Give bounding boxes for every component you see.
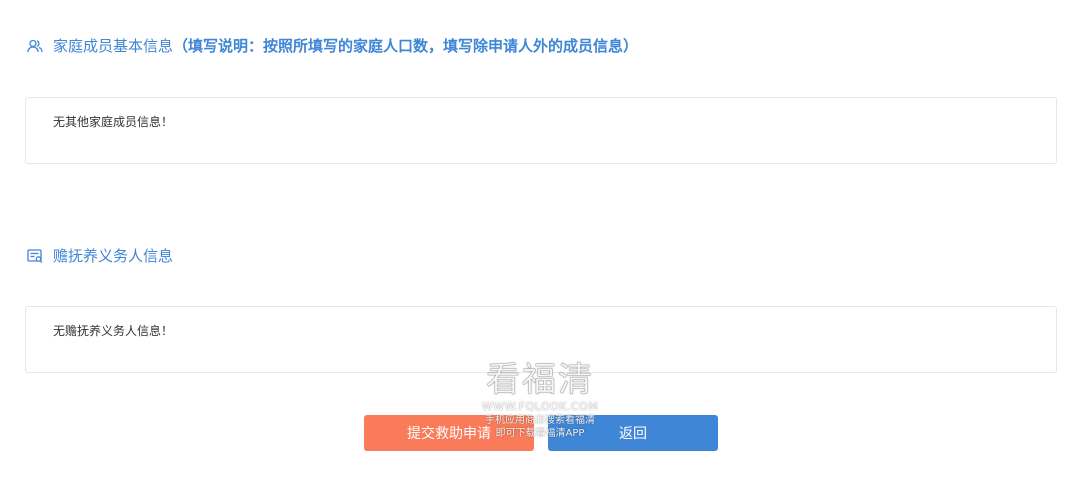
family-empty-message: 无其他家庭成员信息！ xyxy=(53,115,174,129)
watermark-url: WWW.FQLOOK.COM xyxy=(481,400,599,413)
back-button[interactable]: 返回 xyxy=(548,415,718,451)
people-icon xyxy=(26,37,44,55)
family-section-title: 家庭成员基本信息 （填写说明：按照所填写的家庭人口数，填写除申请人外的成员信息） xyxy=(26,35,638,56)
family-members-box: 无其他家庭成员信息！ xyxy=(25,97,1057,164)
support-section-heading: 赡抚养义务人信息 xyxy=(53,247,174,265)
contact-card-icon xyxy=(26,247,44,265)
page: 家庭成员基本信息 （填写说明：按照所填写的家庭人口数，填写除申请人外的成员信息）… xyxy=(0,0,1080,477)
support-section-title: 赡抚养义务人信息 xyxy=(26,245,173,266)
family-section-heading: 家庭成员基本信息 xyxy=(53,37,174,55)
family-section-note: （填写说明：按照所填写的家庭人口数，填写除申请人外的成员信息） xyxy=(173,37,639,55)
support-empty-message: 无赡抚养义务人信息！ xyxy=(53,324,174,338)
support-persons-box: 无赡抚养义务人信息！ xyxy=(25,306,1057,373)
submit-application-button[interactable]: 提交救助申请 xyxy=(364,415,534,451)
